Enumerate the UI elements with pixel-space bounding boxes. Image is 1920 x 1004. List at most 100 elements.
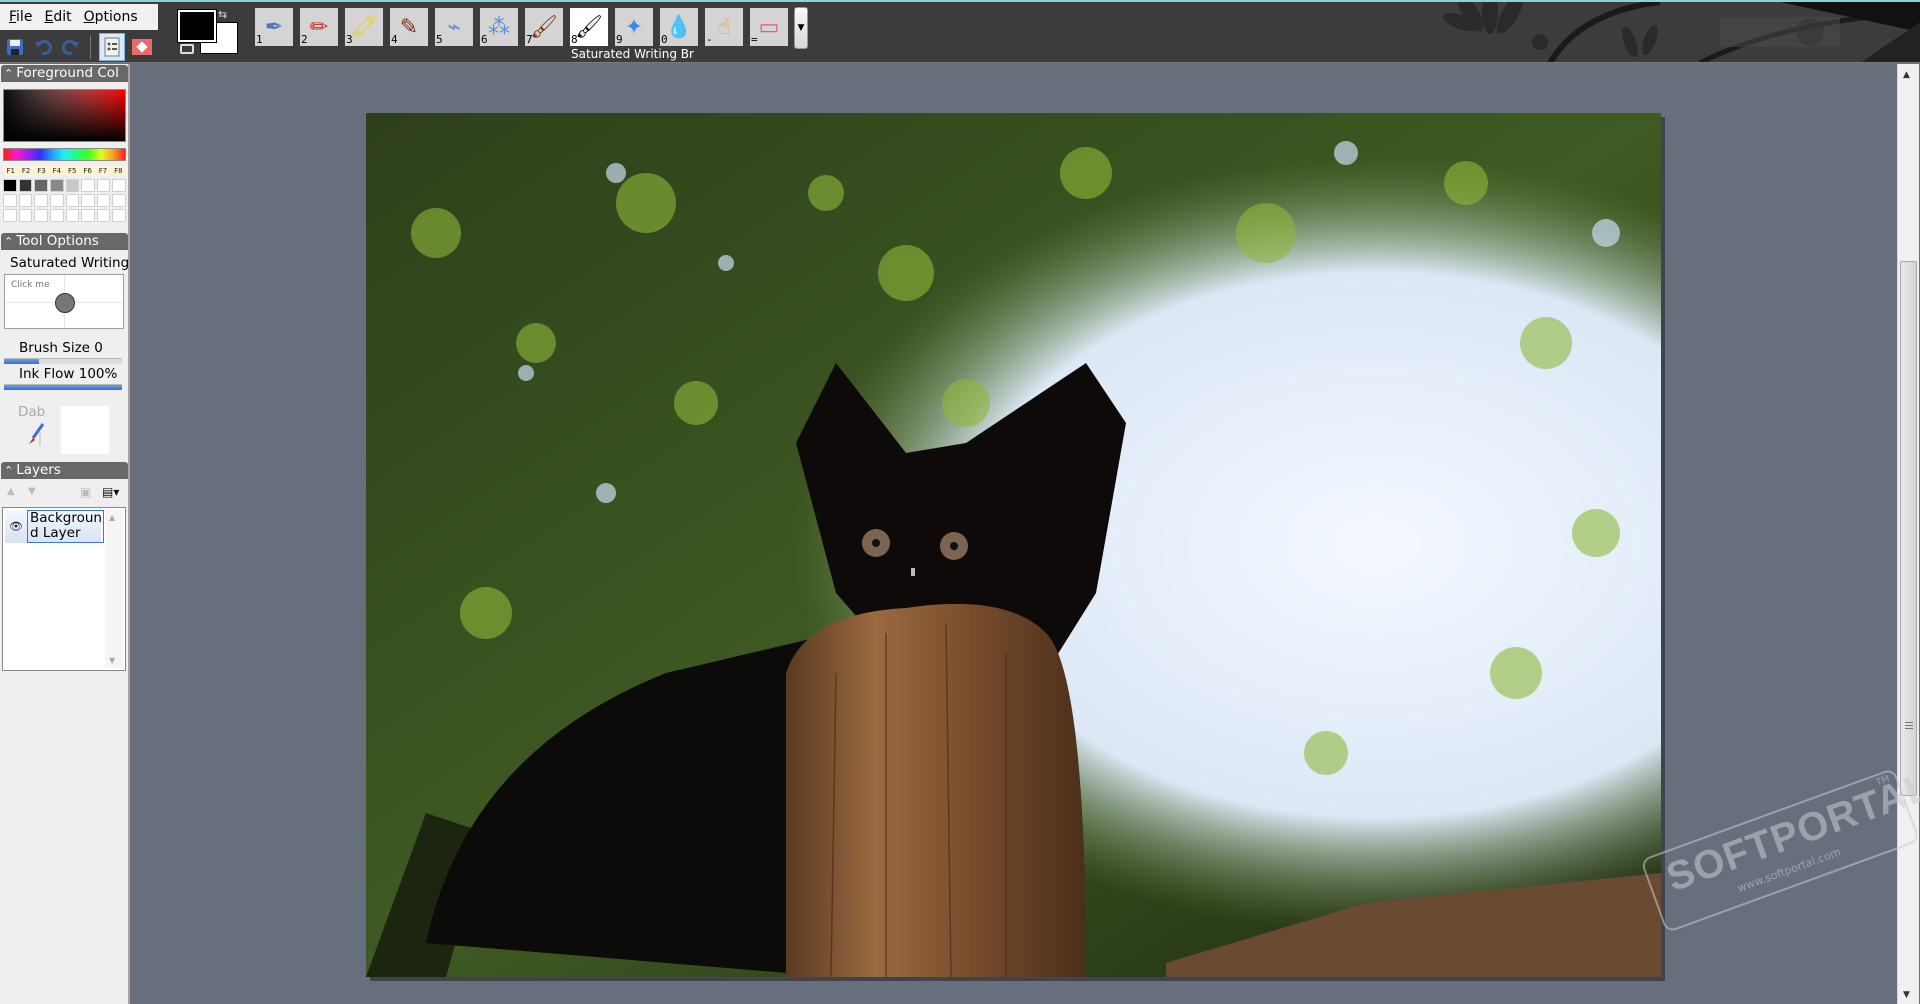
dab-brush-icon[interactable]: [27, 422, 47, 446]
scrollbar-thumb[interactable]: [1900, 261, 1917, 796]
palette-swatch[interactable]: [112, 194, 126, 207]
palette-swatch[interactable]: [18, 209, 33, 222]
palette-swatch[interactable]: [34, 179, 48, 192]
brush-shortcut-key: 3: [346, 33, 353, 46]
color-picker-gradient[interactable]: [3, 89, 126, 142]
brush-eraser[interactable]: ▭ =: [750, 8, 788, 46]
brush-toolbar: ✒ 1 ✏ 2 🖍 3 ✎ 4 ⌁ 5 ⁂ 6 🖌 7 🖌 8 ✦ 9 💧 0 ☝ - ▭ =: [255, 8, 788, 46]
palette-swatch[interactable]: [49, 209, 64, 222]
menu-file[interactable]: File: [4, 9, 39, 25]
brush-pen[interactable]: ✒ 1: [255, 8, 293, 46]
palette-swatch[interactable]: [96, 179, 111, 192]
brush-sparkle[interactable]: ✦ 9: [615, 8, 653, 46]
paintbrush-icon: 🖌: [530, 14, 558, 40]
palette-swatch[interactable]: [3, 209, 17, 222]
spray-icon: ⁂: [488, 14, 510, 40]
palette-swatch[interactable]: [112, 209, 126, 222]
ink-flow-slider[interactable]: [4, 384, 122, 390]
floral-decoration: [1400, 2, 1920, 62]
brush-shortcut-key: 4: [391, 33, 398, 46]
move-layer-down-icon[interactable]: ▼: [28, 486, 36, 497]
palette-swatch[interactable]: [49, 179, 64, 192]
brush-crayon[interactable]: ✎ 4: [390, 8, 428, 46]
swap-colors-icon[interactable]: ⇆: [218, 8, 227, 21]
layers-panel-header[interactable]: ⌃ Layers: [1, 462, 128, 479]
palette-swatch[interactable]: [112, 179, 126, 192]
layers-scrollbar[interactable]: ▲ ▼: [105, 510, 123, 668]
palette-swatch[interactable]: [81, 179, 95, 192]
palette-swatch[interactable]: [3, 179, 17, 192]
reset-colors-icon[interactable]: [180, 44, 194, 54]
foreground-color-panel-header[interactable]: ⌃ Foreground Col: [1, 65, 128, 82]
palette-fkey-label: F6: [83, 167, 92, 175]
brush-spray[interactable]: ⁂ 6: [480, 8, 518, 46]
left-panel: ⌃ Foreground Col F1 F2 F3 F4 F5 F6 F7 F8 ⌃ Tool O…: [0, 64, 130, 1004]
palette-fkey-label: F3: [37, 167, 46, 175]
palette-swatch[interactable]: [96, 194, 111, 207]
palette-swatch[interactable]: [65, 194, 80, 207]
brush-preview[interactable]: Click me: [4, 274, 124, 329]
dab-label: Dab: [18, 404, 46, 420]
menu-edit[interactable]: Edit: [39, 9, 78, 25]
toolbar-separator: [90, 35, 91, 59]
palette-swatch[interactable]: [96, 209, 111, 222]
layer-item[interactable]: 👁 Background Layer: [5, 510, 104, 543]
scroll-up-icon[interactable]: ▲: [109, 513, 115, 522]
app-window: File Edit Options ⇆ ✒1✏2�: [0, 0, 1920, 1004]
move-layer-up-icon[interactable]: ▲: [7, 486, 15, 497]
selected-brush-name: Saturated Writing Br: [571, 47, 694, 61]
scroll-down-icon[interactable]: ▼: [109, 656, 115, 665]
brush-dab-preview: [55, 293, 75, 313]
brush-water-drop[interactable]: 💧 0: [660, 8, 698, 46]
brush-more-dropdown[interactable]: ▼: [794, 7, 808, 49]
brush-saturated-writing-brush[interactable]: 🖌 8: [570, 8, 608, 46]
foreground-color-swatch[interactable]: [177, 9, 217, 43]
palette-swatch[interactable]: [81, 194, 95, 207]
eraser-icon: ▭: [758, 14, 780, 40]
brush-paintbrush[interactable]: 🖌 7: [525, 8, 563, 46]
canvas-image[interactable]: [366, 113, 1661, 977]
brush-size-slider[interactable]: [4, 358, 122, 364]
color-palette: [3, 179, 126, 222]
layer-name[interactable]: Background Layer: [27, 510, 104, 543]
chevron-down-icon: ▼: [797, 23, 805, 33]
layer-visibility-eye-icon[interactable]: 👁: [9, 520, 23, 533]
palette-function-keys: F1 F2 F3 F4 F5 F6 F7 F8: [3, 166, 126, 176]
brush-shortcut-key: 5: [436, 33, 443, 46]
canvas-area[interactable]: [132, 64, 1897, 1004]
layer-menu-icon[interactable]: ▤▾: [102, 485, 119, 499]
scroll-down-icon[interactable]: ▼: [1903, 990, 1910, 1000]
tool-options-panel-header[interactable]: ⌃ Tool Options: [1, 233, 128, 250]
document-properties-button[interactable]: [99, 33, 125, 61]
brush-smudge-finger[interactable]: ☝ -: [705, 8, 743, 46]
pen-icon: ✒: [264, 14, 284, 40]
hue-slider[interactable]: [3, 148, 126, 161]
dab-color-swatch[interactable]: [61, 406, 109, 454]
scroll-up-icon[interactable]: ▲: [1903, 70, 1910, 80]
palette-swatch[interactable]: [3, 194, 17, 207]
brush-shortcut-key: 1: [256, 33, 263, 46]
brush-airbrush[interactable]: ⌁ 5: [435, 8, 473, 46]
save-button[interactable]: [4, 36, 26, 58]
palette-swatch[interactable]: [65, 209, 80, 222]
undo-icon: [35, 40, 52, 55]
save-icon: [7, 39, 23, 55]
palette-swatch[interactable]: [34, 194, 48, 207]
brush-highlighter[interactable]: 🖍 3: [345, 8, 383, 46]
menu-options[interactable]: Options: [79, 9, 145, 25]
saturated-writing-brush-icon: 🖌: [575, 14, 603, 40]
layer-properties-icon[interactable]: ▣: [80, 485, 91, 499]
palette-swatch[interactable]: [81, 209, 95, 222]
brush-pencil[interactable]: ✏ 2: [300, 8, 338, 46]
redo-button[interactable]: [60, 36, 82, 58]
record-button[interactable]: [131, 36, 153, 58]
pencil-icon: ✏: [309, 14, 329, 40]
palette-swatch[interactable]: [34, 209, 48, 222]
airbrush-icon: ⌁: [447, 14, 461, 40]
palette-swatch[interactable]: [49, 194, 64, 207]
undo-button[interactable]: [32, 36, 54, 58]
palette-swatch[interactable]: [65, 179, 80, 192]
palette-swatch[interactable]: [18, 179, 33, 192]
palette-swatch[interactable]: [18, 194, 33, 207]
vertical-scrollbar[interactable]: ▲ ▼: [1897, 64, 1919, 1004]
